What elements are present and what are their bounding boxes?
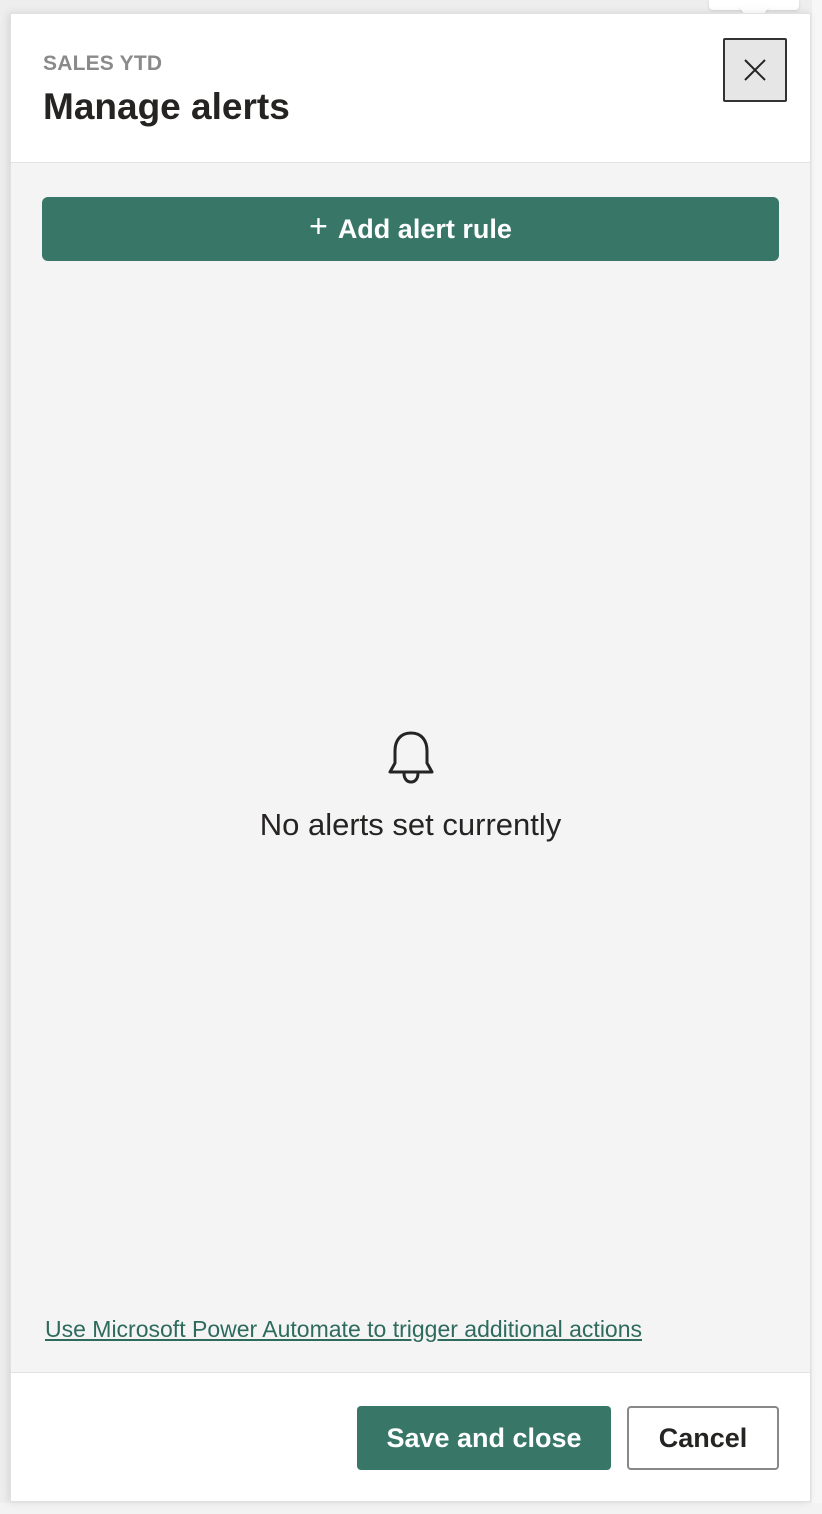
manage-alerts-panel: SALES YTD Manage alerts + Add alert rule… (10, 13, 811, 1502)
bell-icon (388, 731, 433, 784)
add-alert-rule-label: Add alert rule (337, 213, 512, 244)
panel-header: SALES YTD Manage alerts (11, 14, 810, 163)
empty-state: No alerts set currently (11, 729, 810, 843)
save-and-close-button[interactable]: Save and close (357, 1406, 611, 1470)
close-button[interactable] (723, 38, 787, 102)
cancel-button[interactable]: Cancel (627, 1406, 779, 1470)
backdrop-edge (812, 0, 822, 1514)
panel-title: Manage alerts (43, 86, 290, 127)
plus-icon: + (309, 208, 328, 244)
power-automate-link[interactable]: Use Microsoft Power Automate to trigger … (45, 1316, 642, 1343)
add-alert-rule-button[interactable]: + Add alert rule (42, 197, 779, 261)
visual-name: SALES YTD (43, 52, 163, 75)
empty-state-message: No alerts set currently (259, 807, 562, 842)
panel-footer: Save and close Cancel (11, 1372, 810, 1501)
backdrop-bottom (0, 1503, 822, 1514)
close-icon (744, 59, 766, 81)
